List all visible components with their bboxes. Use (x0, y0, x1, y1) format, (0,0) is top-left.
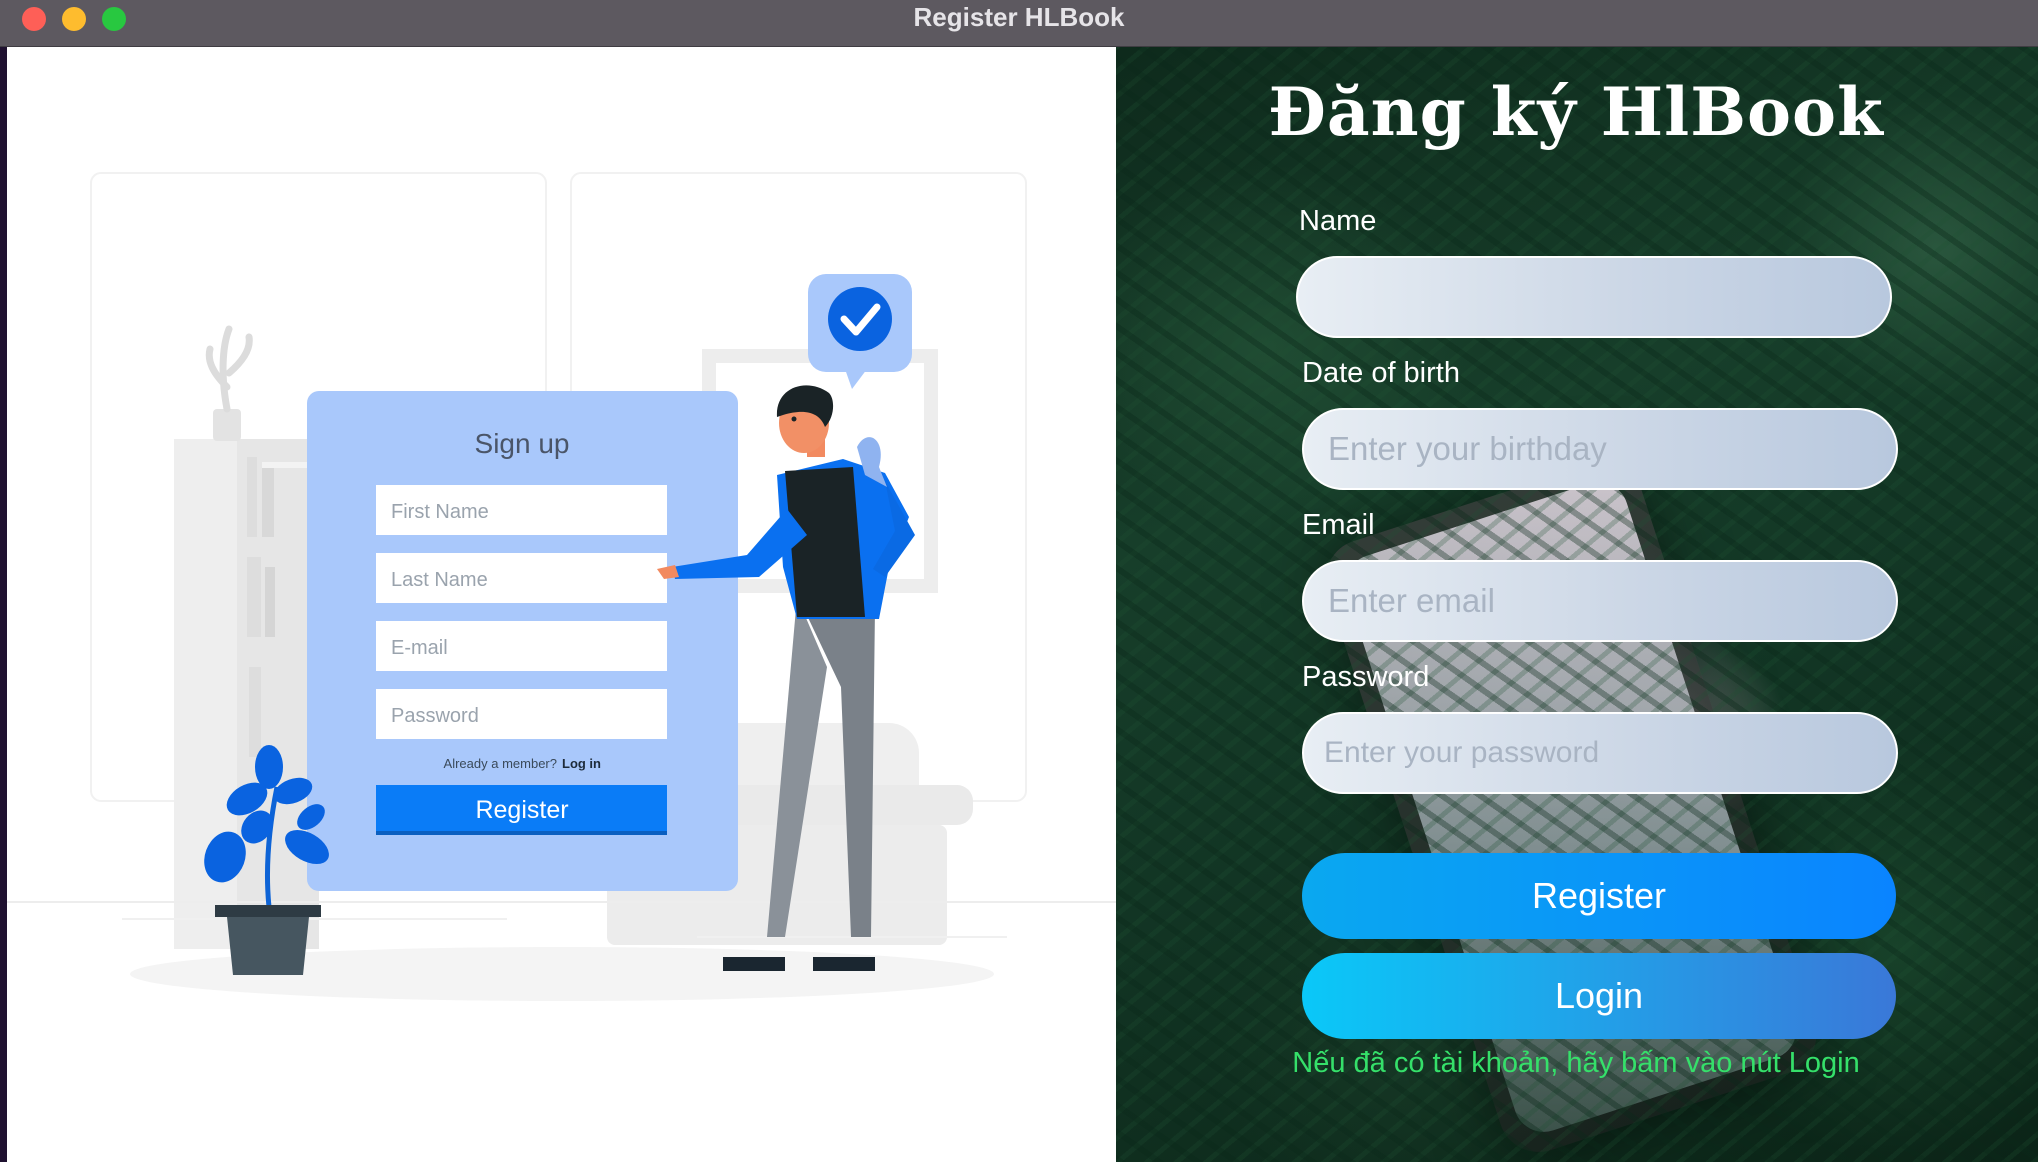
window-title: Register HLBook (913, 2, 1125, 32)
login-hint-text: Nếu đã có tài khoản, hãy bấm vào nút Log… (1292, 1047, 1860, 1079)
email-input[interactable]: Enter email (1302, 560, 1898, 642)
signup-illustration: Sign up First Name Last Name E-mail Pass… (7, 172, 1116, 1001)
form-title: Đăng ký HlBook (1268, 73, 1884, 151)
card-field-last-name: Last Name (391, 569, 488, 591)
date-of-birth-label: Date of birth (1302, 357, 1460, 389)
card-field-first-name: First Name (391, 501, 489, 523)
card-title: Sign up (475, 428, 570, 459)
login-button[interactable]: Login (1302, 953, 1896, 1039)
card-login-link: Log in (562, 756, 601, 771)
register-form-pane: Đăng ký HlBook Name Date of birth Enter … (1116, 47, 2038, 1162)
email-label: Email (1302, 509, 1375, 541)
signup-illustration-pane: Sign up First Name Last Name E-mail Pass… (7, 47, 1116, 1162)
app-window: Register HLBook Sign up First Name Last … (0, 0, 2038, 1162)
register-button[interactable]: Register (1302, 853, 1896, 939)
name-input[interactable] (1296, 256, 1892, 338)
card-field-password: Password (391, 705, 479, 727)
title-bar: Register HLBook (0, 0, 2038, 47)
name-label: Name (1299, 205, 1377, 237)
card-field-email: E-mail (391, 637, 448, 659)
password-input[interactable]: Enter your password (1302, 712, 1898, 794)
card-register-button: Register (475, 796, 568, 824)
date-of-birth-input[interactable]: Enter your birthday (1302, 408, 1898, 490)
card-member-text: Already a member? (444, 756, 557, 771)
password-label: Password (1302, 661, 1430, 693)
